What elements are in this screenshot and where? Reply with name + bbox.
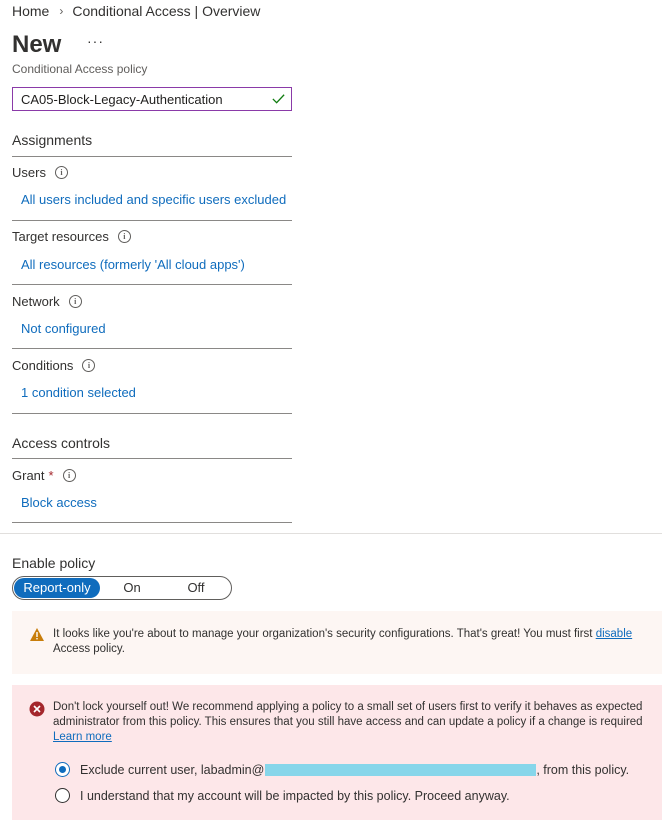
- network-label: Network i: [12, 294, 82, 309]
- conditions-link[interactable]: 1 condition selected: [21, 385, 136, 400]
- proceed-anyway-label[interactable]: I understand that my account will be imp…: [80, 789, 510, 803]
- warning-line2: Access policy.: [53, 643, 126, 655]
- grant-label-text: Grant: [12, 468, 45, 483]
- grant-link[interactable]: Block access: [21, 495, 97, 510]
- info-icon[interactable]: i: [68, 295, 82, 308]
- divider: [12, 220, 292, 221]
- info-icon[interactable]: i: [82, 359, 96, 372]
- toggle-on[interactable]: On: [100, 578, 164, 598]
- page-subtitle: Conditional Access policy: [12, 62, 148, 76]
- info-icon[interactable]: i: [117, 230, 131, 243]
- users-label: Users i: [12, 165, 68, 180]
- learn-more-link[interactable]: Learn more: [53, 731, 112, 743]
- access-controls-heading: Access controls: [12, 435, 111, 451]
- footer-divider: [0, 533, 662, 534]
- warning-icon: [30, 628, 44, 641]
- users-link[interactable]: All users included and specific users ex…: [21, 192, 286, 207]
- target-resources-label: Target resources i: [12, 229, 131, 244]
- checkmark-icon: [272, 94, 285, 104]
- info-icon[interactable]: i: [54, 166, 68, 179]
- grant-label: Grant * i: [12, 468, 76, 483]
- breadcrumb-separator: ›: [59, 4, 64, 18]
- required-marker: *: [48, 468, 54, 483]
- policy-name-field[interactable]: [12, 87, 292, 111]
- info-icon[interactable]: i: [62, 469, 76, 482]
- conditions-label: Conditions i: [12, 358, 96, 373]
- target-resources-label-text: Target resources: [12, 229, 109, 244]
- enable-policy-toggle: Report-only On Off: [12, 576, 232, 600]
- assignments-heading: Assignments: [12, 132, 93, 148]
- radio-selected-dot: [59, 766, 66, 773]
- users-label-text: Users: [12, 165, 46, 180]
- error-line1: Don't lock yourself out! We recommend ap…: [53, 701, 643, 713]
- divider: [12, 458, 292, 459]
- more-options-button[interactable]: ···: [87, 33, 104, 49]
- conditions-label-text: Conditions: [12, 358, 74, 373]
- page-title: New: [12, 31, 62, 58]
- error-line2: administrator from this policy. This ens…: [53, 716, 643, 728]
- redacted-email: [265, 764, 537, 776]
- error-banner: Don't lock yourself out! We recommend ap…: [12, 685, 662, 820]
- network-link[interactable]: Not configured: [21, 321, 106, 336]
- exclude-user-label[interactable]: Exclude current user, labadmin@ , from t…: [80, 763, 629, 777]
- target-resources-link[interactable]: All resources (formerly 'All cloud apps'…: [21, 257, 245, 272]
- divider: [12, 156, 292, 157]
- toggle-off[interactable]: Off: [164, 578, 228, 598]
- breadcrumb-home[interactable]: Home: [12, 3, 49, 19]
- disable-link[interactable]: disable: [596, 628, 632, 640]
- toggle-report-only[interactable]: Report-only: [14, 578, 100, 598]
- exclude-user-radio[interactable]: [55, 762, 70, 777]
- exclude-user-prefix: Exclude current user, labadmin@: [80, 763, 265, 777]
- network-label-text: Network: [12, 294, 60, 309]
- divider: [12, 413, 292, 414]
- proceed-anyway-radio[interactable]: [55, 788, 70, 803]
- enable-policy-label: Enable policy: [12, 555, 96, 571]
- error-text: Don't lock yourself out! We recommend ap…: [53, 700, 643, 745]
- exclude-user-suffix: , from this policy.: [536, 763, 630, 777]
- divider: [12, 348, 292, 349]
- breadcrumb: Home › Conditional Access | Overview: [12, 3, 260, 19]
- warning-line1: It looks like you're about to manage you…: [53, 628, 596, 640]
- breadcrumb-current[interactable]: Conditional Access | Overview: [72, 3, 260, 19]
- warning-banner: It looks like you're about to manage you…: [12, 611, 662, 674]
- policy-name-input[interactable]: [13, 88, 271, 110]
- warning-text: It looks like you're about to manage you…: [53, 627, 632, 657]
- divider: [12, 284, 292, 285]
- error-icon: [29, 701, 45, 717]
- divider: [12, 522, 292, 523]
